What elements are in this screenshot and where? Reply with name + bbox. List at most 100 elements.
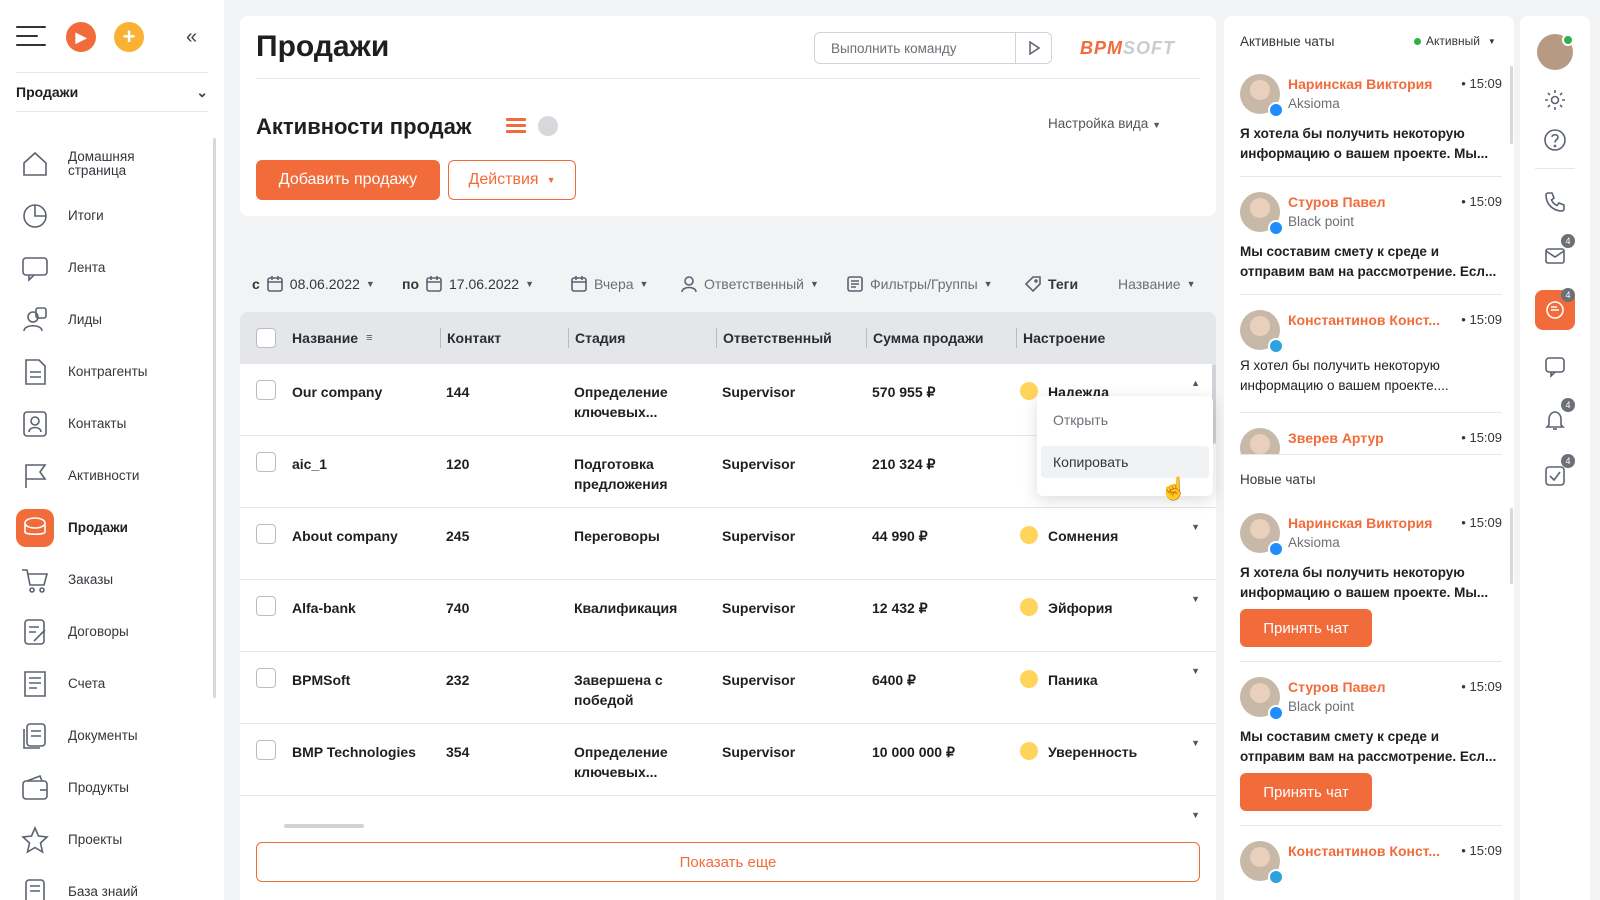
sidebar-item-results[interactable]: Итоги [16,190,212,242]
active-chats-scrollbar[interactable] [1510,66,1513,144]
plus-icon[interactable]: + [114,22,144,52]
sidebar-item-label: Проекты [68,832,123,847]
row-expand-icon[interactable]: ▼ [1191,522,1200,532]
row-expand-icon[interactable]: ▼ [1191,666,1200,676]
workplace-selector[interactable]: Продажи ⌄ [16,72,208,112]
sidebar-item-orders[interactable]: Заказы [16,554,212,606]
tags-filter[interactable]: Теги [1024,270,1078,298]
filters-groups-filter[interactable]: Фильтры/Группы ▼ [846,270,993,298]
chat-message: Мы составим смету к среде и отправим вам… [1240,729,1497,764]
sidebar-item-leads[interactable]: Лиды [16,294,212,346]
avatar [1240,428,1280,454]
sidebar-scrollbar[interactable] [213,138,216,698]
agent-status-dropdown[interactable]: Активный ▼ [1414,34,1496,48]
chat-message: Я хотела бы получить некоторую информаци… [1240,126,1489,161]
column-header[interactable]: Сумма продажи [866,328,984,348]
cell-contact: 354 [446,744,470,760]
sidebar-item-projects[interactable]: Проекты [16,814,212,866]
sidebar-item-label: Домашняя страница [68,149,135,178]
new-chats-scrollbar[interactable] [1510,508,1513,584]
section-title: Активности продаж [256,114,472,139]
run-command-icon[interactable] [1015,33,1051,63]
settings-gear-icon[interactable] [1535,80,1575,120]
bell-icon[interactable]: 4 [1535,398,1575,440]
column-header[interactable]: Ответственный [716,328,832,348]
row-checkbox[interactable] [256,596,276,616]
table-horizontal-scrollbar[interactable] [284,824,364,828]
command-input[interactable]: Выполнить команду [814,32,1052,64]
table-row[interactable]: BMP Technologies 354 Определение ключевы… [240,724,1216,796]
row-expand-icon[interactable]: ▲ [1191,378,1200,388]
menu-item-copy[interactable]: Копировать [1041,446,1209,478]
chat-icon[interactable]: 4 [1535,288,1575,330]
sidebar-item-invoices[interactable]: Счета [16,658,212,710]
sidebar-item-label: Активности [68,468,140,483]
column-header[interactable]: Контакт [440,328,501,348]
cell-contact: 245 [446,528,470,544]
play-icon[interactable]: ▶ [66,22,96,52]
view-settings-dropdown[interactable]: Настройка вида ▼ [1048,116,1161,131]
sidebar-item-sales[interactable]: Продажи [16,502,212,554]
table-row[interactable]: Alfa-bank 740 Квалификация Supervisor 12… [240,580,1216,652]
tasks-check-icon[interactable]: 4 [1535,454,1575,496]
chat-time: • 15:09 [1461,194,1502,209]
collapse-sidebar-icon[interactable]: « [186,26,197,49]
sort-icon: ≡ [366,332,373,344]
sidebar-item-knowledge[interactable]: База знаий [16,866,212,900]
user-avatar[interactable] [1537,34,1574,70]
chat-item[interactable]: Зверев Артур • 15:09 [1240,428,1502,454]
owner-filter[interactable]: Ответственный ▼ [680,270,819,298]
accept-chat-button[interactable]: Принять чат [1240,609,1372,647]
sidebar-item-activities[interactable]: Активности [16,450,212,502]
bpmsoft-logo: BPMSOFT [1080,38,1175,58]
message-icon[interactable] [1535,346,1575,386]
sidebar: ▶ + « Продажи ⌄ Домашняя страница Итоги … [0,0,224,900]
period-filter[interactable]: Вчера ▼ [570,270,648,298]
accept-chat-button[interactable]: Принять чат [1240,773,1372,811]
row-checkbox[interactable] [256,452,276,472]
actions-button[interactable]: Действия ▼ [448,160,576,200]
show-more-button[interactable]: Показать еще [256,842,1200,882]
cell-contact: 144 [446,384,470,400]
column-header[interactable]: Стадия [568,328,625,348]
sidebar-item-products[interactable]: Продукты [16,762,212,814]
active-chats-title: Активные чаты [1240,34,1335,49]
mood-emoji-icon [1020,670,1038,688]
sidebar-item-contracts[interactable]: Договоры [16,606,212,658]
cell-mood: Уверенность [1048,744,1138,760]
chat-message: Мы составим смету к среде и отправим вам… [1240,244,1497,279]
sort-dropdown[interactable]: Название ▼ [1118,270,1195,298]
phone-icon[interactable] [1535,182,1575,222]
chat-time: • 15:09 [1461,312,1502,327]
row-expand-icon[interactable]: ▼ [1191,594,1200,604]
row-checkbox[interactable] [256,740,276,760]
sidebar-item-accounts[interactable]: Контрагенты [16,346,212,398]
table-row[interactable]: About company 245 Переговоры Supervisor … [240,508,1216,580]
sidebar-item-home[interactable]: Домашняя страница [16,138,212,190]
date-from-filter[interactable]: с 08.06.2022 ▼ [252,270,375,298]
select-all-checkbox[interactable] [256,328,276,348]
column-header[interactable]: Название ≡ [292,328,373,348]
date-to-filter[interactable]: по 17.06.2022 ▼ [402,270,534,298]
row-checkbox[interactable] [256,380,276,400]
email-icon[interactable]: 4 [1535,234,1575,276]
add-sale-button[interactable]: Добавить продажу [256,160,440,200]
mood-emoji-icon [1020,526,1038,544]
column-header[interactable]: Настроение [1016,328,1105,348]
chart-view-icon[interactable] [538,116,558,136]
menu-item-open[interactable]: Открыть [1037,404,1213,436]
sidebar-item-documents[interactable]: Документы [16,710,212,762]
row-expand-icon[interactable]: ▼ [1191,810,1200,820]
row-checkbox[interactable] [256,524,276,544]
rail-divider [1535,168,1575,169]
help-icon[interactable] [1535,120,1575,160]
list-view-icon[interactable] [506,118,526,136]
sidebar-item-contacts[interactable]: Контакты [16,398,212,450]
row-expand-icon[interactable]: ▼ [1191,738,1200,748]
row-checkbox[interactable] [256,668,276,688]
table-row[interactable]: BPMSoft 232 Завершена с победой Supervis… [240,652,1216,724]
sidebar-nav: Домашняя страница Итоги Лента Лиды Контр… [16,138,212,900]
sidebar-item-feed[interactable]: Лента [16,242,212,294]
menu-icon[interactable] [16,26,46,46]
cell-owner: Supervisor [722,744,796,760]
